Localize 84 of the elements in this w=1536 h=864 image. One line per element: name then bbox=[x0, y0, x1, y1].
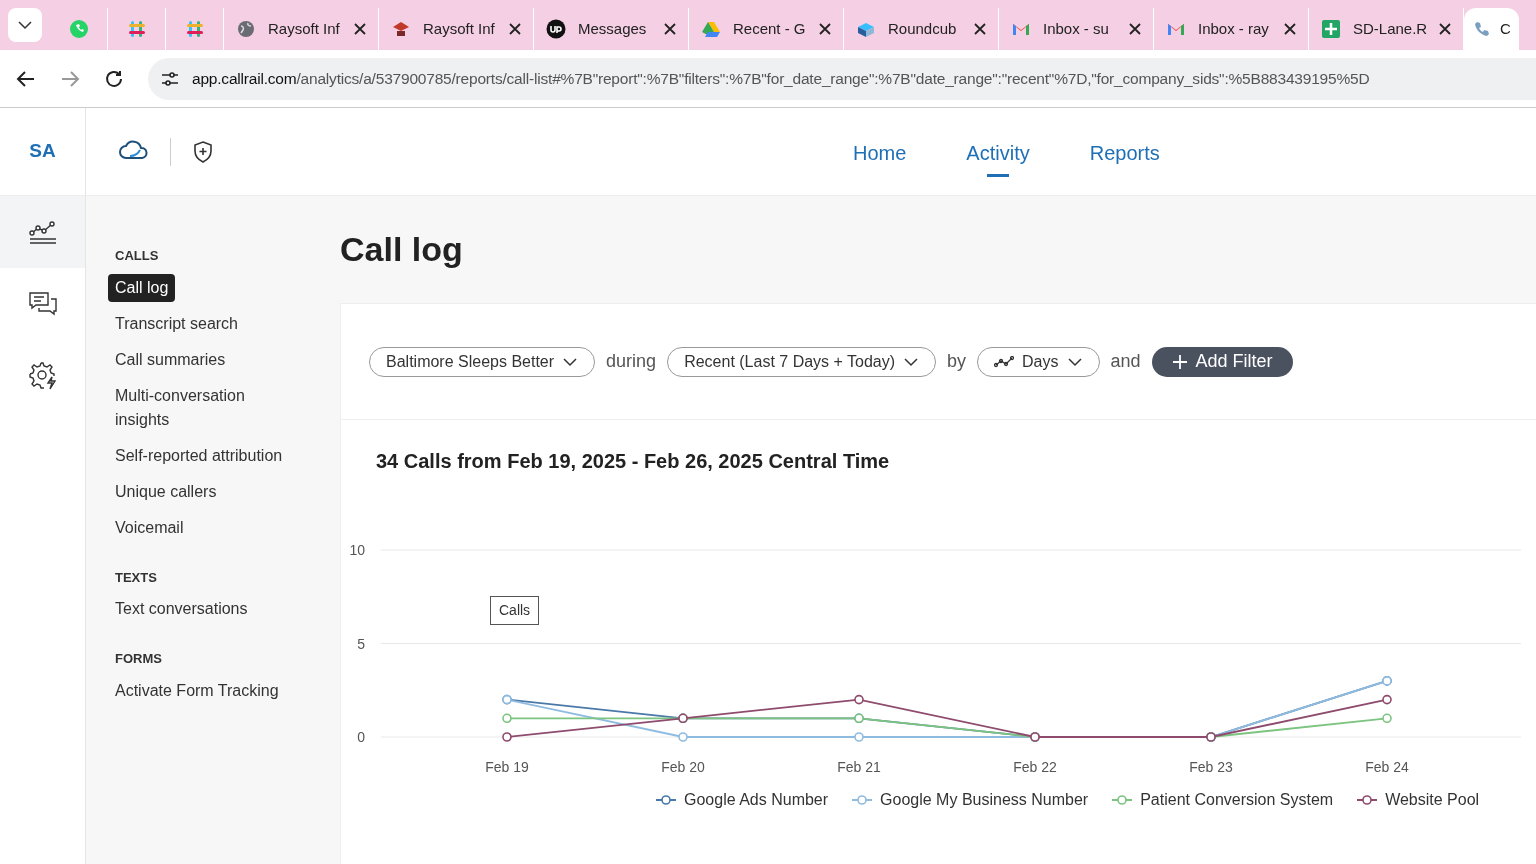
tab-title: SD-Lane.R bbox=[1353, 18, 1428, 39]
close-icon[interactable] bbox=[354, 23, 366, 35]
plus-icon bbox=[1171, 353, 1188, 370]
legend-label[interactable]: Google Ads Number bbox=[684, 788, 829, 812]
legend-label[interactable]: Google My Business Number bbox=[880, 788, 1089, 812]
sidebar-link[interactable]: Transcript search bbox=[108, 309, 308, 338]
filter-connector-text: during bbox=[606, 350, 657, 373]
legend-label[interactable]: Website Pool bbox=[1385, 788, 1480, 812]
sidebar-link[interactable]: Self-reported attribution bbox=[108, 441, 308, 470]
logo-icon bbox=[391, 19, 411, 39]
axis-tick-label: 0 bbox=[357, 729, 365, 745]
gear-lightning-icon[interactable] bbox=[26, 360, 59, 392]
close-icon[interactable] bbox=[1284, 23, 1296, 35]
point bbox=[502, 713, 512, 724]
point bbox=[678, 732, 688, 742]
phone-icon bbox=[1472, 19, 1492, 39]
tab-title: Roundcub bbox=[888, 18, 958, 39]
tab-title: Recent - G bbox=[733, 18, 807, 39]
axis-tick-label: Feb 24 bbox=[1365, 759, 1409, 775]
sheet-icon bbox=[1321, 19, 1341, 39]
sidebar-link[interactable]: Text conversations bbox=[108, 595, 308, 623]
globe-icon bbox=[236, 19, 256, 39]
legend-label[interactable]: Patient Conversion System bbox=[1140, 788, 1334, 812]
sidebar-link[interactable]: Unique callers bbox=[108, 477, 308, 506]
point bbox=[854, 732, 864, 742]
tab-title: Messages bbox=[578, 18, 648, 39]
axis-tick-label: Feb 23 bbox=[1189, 759, 1233, 775]
url-field[interactable]: app.callrail.com/analytics/a/537900785/reports/call-list#%7B"report":%7B"filters":%7B"for_date_range":%7B"date_range":"recent"%7D,"for_company_sids":%5B883439195%5D bbox=[148, 57, 1536, 100]
section-heading: CALLS bbox=[115, 247, 160, 265]
axis-title: Calls bbox=[490, 596, 540, 625]
sidebar-link[interactable]: Call log bbox=[108, 273, 176, 302]
tab-title: Inbox - ray bbox=[1198, 18, 1270, 39]
sidebar-link[interactable]: Activate Form Tracking bbox=[108, 676, 308, 705]
close-icon[interactable] bbox=[509, 23, 521, 35]
close-icon[interactable] bbox=[1439, 23, 1452, 35]
tab-title: Inbox - su bbox=[1043, 18, 1110, 39]
chat-bubble-icon bbox=[68, 19, 89, 39]
logo-icon bbox=[546, 19, 566, 39]
axis-tick-label: Feb 19 bbox=[485, 759, 529, 775]
account-initials[interactable]: SA bbox=[29, 137, 56, 166]
point bbox=[1382, 694, 1392, 705]
nav-tab[interactable]: Activity bbox=[966, 138, 1030, 177]
rail-item[interactable] bbox=[0, 196, 85, 268]
url-text: app.callrail.com/analytics/a/537900785/reports/call-list#%7B"report":%7B"filters":%7B"for_date_range":%7B"date_range":"recent"%7D,"for_company_sids":%5B883439195%5D bbox=[192, 68, 1370, 89]
sidebar-link[interactable]: Multi-conversation insights bbox=[108, 381, 308, 434]
chart-title: 34 Calls from Feb 19, 2025 - Feb 26, 2025 Central Time bbox=[376, 449, 891, 474]
tab-search-button[interactable] bbox=[8, 8, 42, 42]
point bbox=[854, 694, 864, 705]
filter-connector-text: and bbox=[1110, 350, 1141, 373]
close-icon[interactable] bbox=[819, 23, 831, 35]
axis-tick-label: Feb 21 bbox=[837, 759, 881, 775]
axis-tick-label: Feb 22 bbox=[1013, 759, 1057, 775]
close-icon[interactable] bbox=[974, 23, 986, 35]
axis-tick-label: Feb 20 bbox=[661, 759, 705, 775]
axis-tick-label: 10 bbox=[349, 542, 365, 558]
hash-grid-icon bbox=[184, 19, 205, 39]
filter-dropdown[interactable]: Recent (Last 7 Days + Today) bbox=[667, 346, 937, 377]
point bbox=[1382, 713, 1392, 724]
filter-dropdown[interactable]: Baltimore Sleeps Better bbox=[369, 346, 596, 377]
nav-tab[interactable]: Home bbox=[853, 138, 907, 177]
forward-arrow-icon[interactable] bbox=[60, 68, 80, 89]
tab-title: Raysoft Inf bbox=[268, 18, 341, 39]
shield-plus-icon[interactable] bbox=[191, 139, 215, 164]
point bbox=[502, 732, 512, 742]
axis-tick-label: 5 bbox=[357, 635, 365, 652]
section-heading: FORMS bbox=[115, 650, 163, 668]
triangle-logo-icon bbox=[701, 19, 721, 39]
page-title: Call log bbox=[340, 229, 464, 270]
section-heading: TEXTS bbox=[115, 568, 158, 587]
back-arrow-icon[interactable] bbox=[16, 68, 36, 89]
close-icon[interactable] bbox=[1129, 23, 1141, 35]
close-icon[interactable] bbox=[664, 23, 676, 35]
tab-title: C bbox=[1500, 18, 1511, 39]
interval-dropdown[interactable]: Days bbox=[977, 346, 1100, 377]
reload-icon[interactable] bbox=[104, 68, 124, 89]
browser-tab[interactable]: C bbox=[1464, 8, 1519, 50]
sidebar-link[interactable]: Call summaries bbox=[108, 345, 308, 374]
line-graph-icon bbox=[994, 355, 1015, 368]
tab-title: Raysoft Inf bbox=[423, 18, 496, 39]
hash-grid-icon bbox=[126, 19, 147, 39]
sidebar-link[interactable]: Voicemail bbox=[108, 513, 308, 542]
filter-connector-text: by bbox=[947, 350, 967, 373]
add-filter-button[interactable]: Add Filter bbox=[1151, 346, 1293, 377]
nav-tab[interactable]: Reports bbox=[1089, 138, 1160, 177]
